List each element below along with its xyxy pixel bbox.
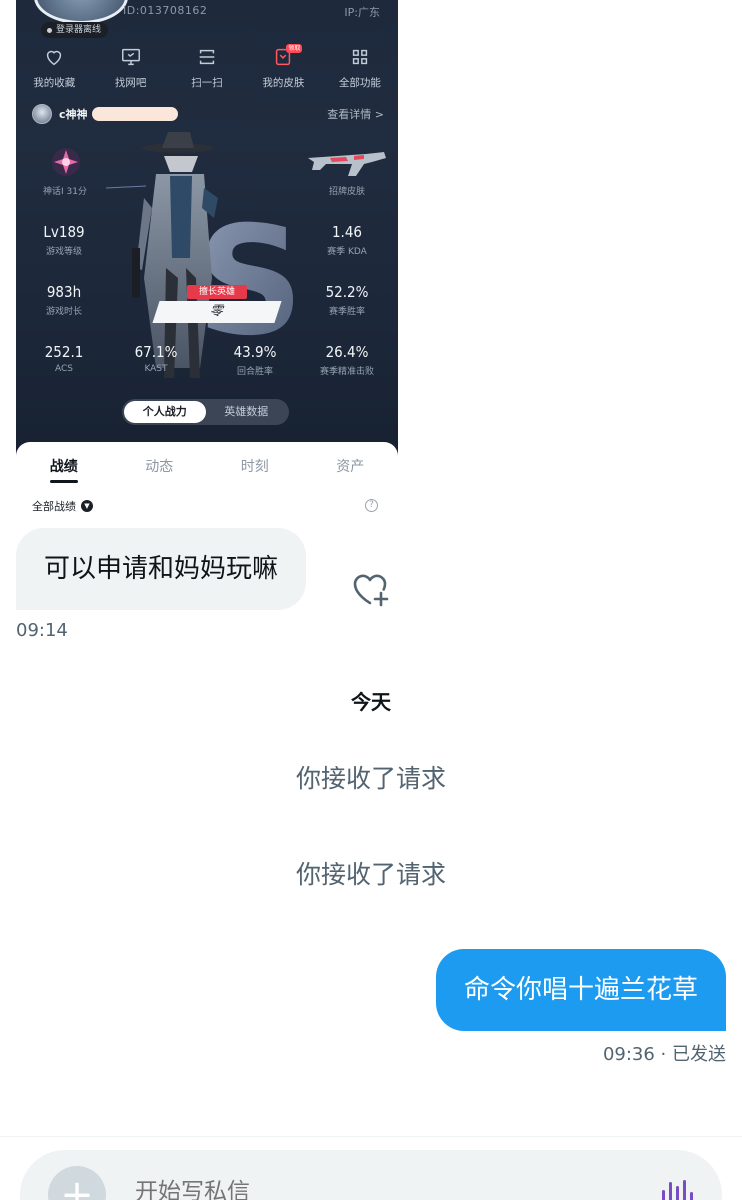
skin-icon-wrap: 领取 xyxy=(272,44,303,68)
message-composer: + xyxy=(20,1150,722,1200)
add-media-button[interactable]: + xyxy=(48,1166,106,1200)
message-input[interactable] xyxy=(135,1178,431,1200)
skin-label: 招牌皮肤 xyxy=(328,187,365,197)
stat-hours: 983h 游戏时长 xyxy=(24,283,104,317)
stat-label: 回合胜率 xyxy=(236,367,273,377)
func-label: 我的收藏 xyxy=(33,77,76,89)
segment-control: 个人战力 英雄数据 xyxy=(122,399,289,425)
function-row: 我的收藏 找网吧 扫一扫 领取 我的皮肤 全部功能 xyxy=(16,44,398,92)
hero-tag: 擅长英雄 零 xyxy=(152,285,282,323)
func-scan: 扫一扫 xyxy=(169,46,245,92)
stat-level: Lv189 游戏等级 xyxy=(24,223,104,257)
stat-value: 43.9% xyxy=(233,343,277,361)
incoming-timestamp: 09:14 xyxy=(16,620,68,641)
stat-acs: 252.1 ACS xyxy=(24,343,104,374)
scan-icon xyxy=(199,49,215,65)
offline-badge-label: 登录器离线 xyxy=(56,25,102,35)
stat-value: 67.1% xyxy=(134,343,178,361)
stat-round-win: 43.9% 回合胜率 xyxy=(215,343,295,377)
func-my-skins: 领取 我的皮肤 xyxy=(245,44,321,92)
stat-label: 赛季胜率 xyxy=(328,307,365,317)
stat-value: 252.1 xyxy=(44,343,84,361)
tab-assets: 资产 xyxy=(336,459,365,475)
hero-name: 零 xyxy=(152,301,282,323)
shared-image-card[interactable]: 登录器离线 ID:013708162 IP:广东 我的收藏 找网吧 扫一扫 领取… xyxy=(16,0,398,518)
func-label: 全部功能 xyxy=(338,77,381,89)
func-label: 扫一扫 xyxy=(191,77,223,89)
tab-record: 战绩 xyxy=(16,442,112,486)
func-all: 全部功能 xyxy=(322,46,398,92)
filter-label: 全部战绩 xyxy=(32,500,76,513)
player-avatar xyxy=(32,104,52,124)
tab-feed: 动态 xyxy=(145,459,174,475)
ip-location: IP:广东 xyxy=(344,6,380,19)
stat-value: 52.2% xyxy=(325,283,369,301)
hero-tag-title: 擅长英雄 xyxy=(187,285,247,299)
stat-kda: 1.46 赛季 KDA xyxy=(307,223,387,257)
card-tabs: 战绩 动态 时刻 资产 xyxy=(16,442,398,486)
stat-winrate: 52.2% 赛季胜率 xyxy=(307,283,387,317)
grid-icon xyxy=(352,49,367,65)
name-redaction xyxy=(91,107,178,121)
stat-kast: 67.1% KAST xyxy=(116,343,196,374)
stat-precision: 26.4% 赛季精准击败 xyxy=(307,343,387,377)
system-message: 你接收了请求 xyxy=(295,764,446,793)
stat-value: 26.4% xyxy=(325,343,369,361)
segment-personal: 个人战力 xyxy=(124,401,206,423)
react-heart-icon[interactable] xyxy=(350,572,390,608)
skin-badge: 领取 xyxy=(286,44,303,53)
heart-icon xyxy=(47,50,62,66)
status-dot-icon xyxy=(47,27,52,33)
func-favorites: 我的收藏 xyxy=(16,46,92,92)
player-name: c神神 xyxy=(59,108,88,121)
func-find-cafe: 找网吧 xyxy=(92,46,168,92)
offline-badge: 登录器离线 xyxy=(41,22,109,38)
stat-label: 游戏时长 xyxy=(45,307,82,317)
stat-value: Lv189 xyxy=(43,223,85,241)
detail-link: 查看详情 > xyxy=(327,108,384,121)
record-filter: 全部战绩 ▼ xyxy=(32,498,93,514)
skin-weapon-icon xyxy=(308,152,386,176)
tab-moments: 时刻 xyxy=(240,459,269,475)
date-separator: 今天 xyxy=(351,690,391,714)
stat-label: ACS xyxy=(55,364,73,374)
system-message: 你接收了请求 xyxy=(295,860,446,889)
voice-message-icon[interactable] xyxy=(660,1178,694,1200)
outgoing-status: 09:36 · 已发送 xyxy=(602,1044,726,1065)
stat-label: 赛季精准击败 xyxy=(319,367,374,377)
func-label: 我的皮肤 xyxy=(262,77,305,89)
segment-hero-data: 英雄数据 xyxy=(224,405,269,418)
stat-value: 983h xyxy=(46,283,82,301)
stat-label: 游戏等级 xyxy=(45,247,82,257)
composer-divider xyxy=(0,1136,742,1137)
monitor-icon xyxy=(121,48,140,66)
chevron-down-icon: ▼ xyxy=(81,500,93,512)
stat-label: KAST xyxy=(144,364,168,374)
func-label: 找网吧 xyxy=(114,77,147,89)
stat-value: 1.46 xyxy=(331,223,363,241)
stat-label: 赛季 KDA xyxy=(327,247,367,257)
help-icon: ? xyxy=(365,499,378,512)
rank-label: 神话Ⅰ 31分 xyxy=(43,187,87,197)
user-id: ID:013708162 xyxy=(123,4,208,17)
player-row: c神神 查看详情 > xyxy=(32,103,384,125)
incoming-message-bubble[interactable]: 可以申请和妈妈玩嘛 xyxy=(16,528,307,610)
outgoing-message-bubble[interactable]: 命令你唱十遍兰花草 xyxy=(435,949,726,1031)
rank-mythic-icon xyxy=(52,148,80,176)
